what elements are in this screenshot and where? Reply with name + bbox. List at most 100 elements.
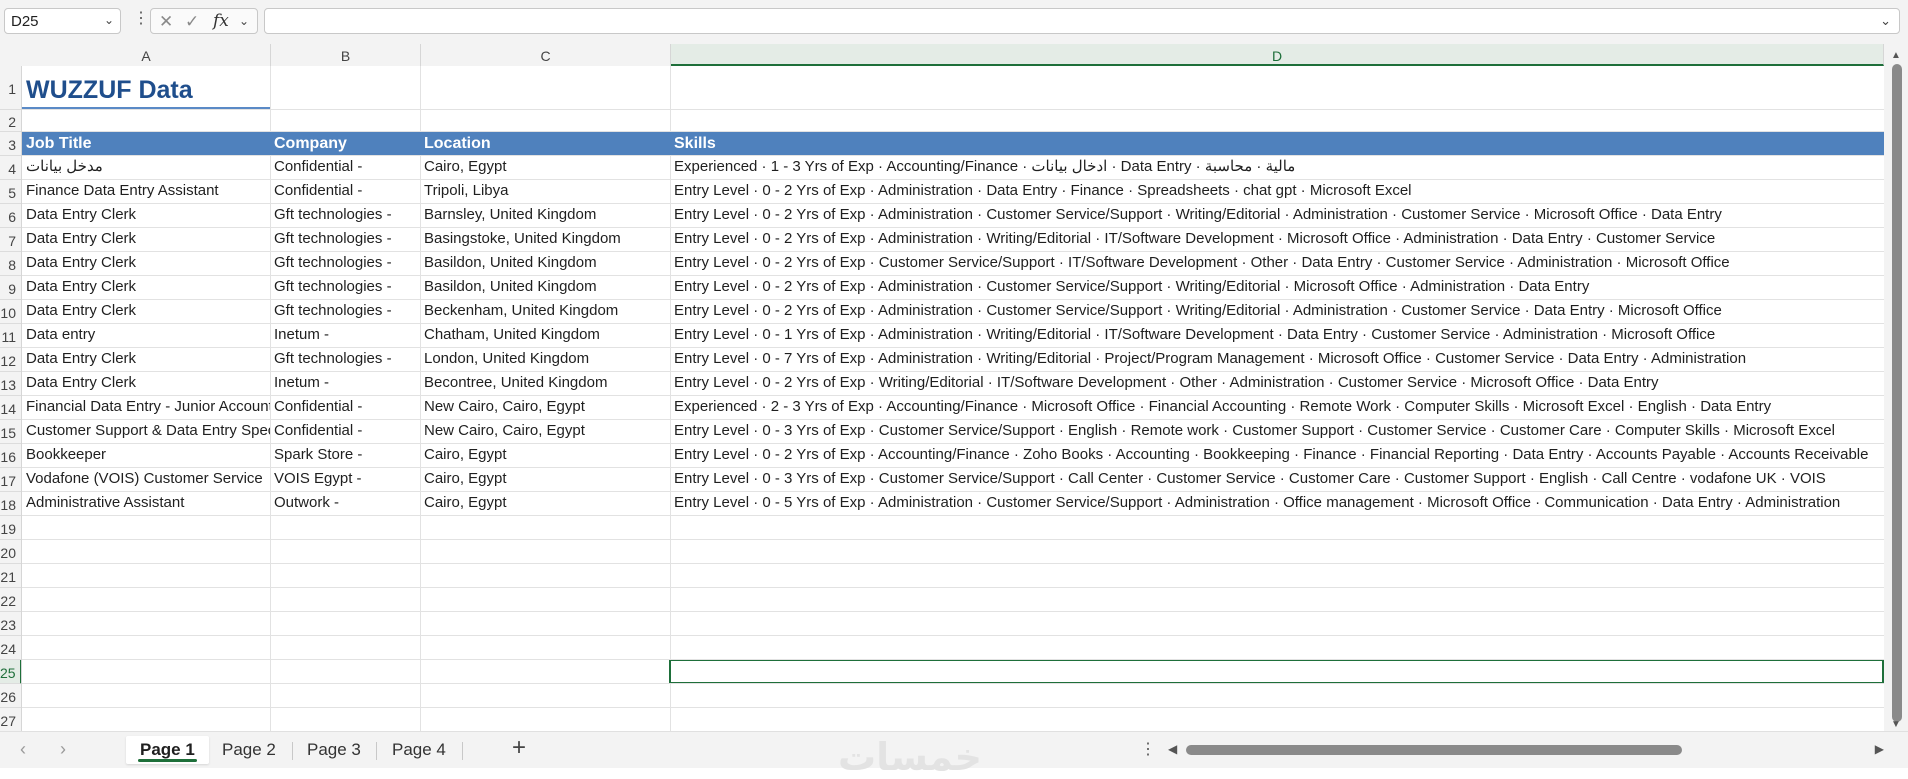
row-header-14[interactable]: 14: [0, 396, 21, 420]
cell-job-title[interactable]: Data Entry Clerk: [22, 299, 270, 323]
name-box[interactable]: D25 ⌄: [4, 8, 121, 34]
cell-company[interactable]: Gft technologies -: [270, 203, 420, 227]
next-sheet-icon[interactable]: ›: [60, 739, 66, 760]
cell-skills[interactable]: Experienced · 2 - 3 Yrs of Exp · Account…: [670, 395, 1884, 419]
horizontal-scrollbar[interactable]: ◀ ▶: [1168, 742, 1884, 760]
cell-company[interactable]: Gft technologies -: [270, 299, 420, 323]
cell-skills[interactable]: Entry Level · 0 - 2 Yrs of Exp · Writing…: [670, 371, 1884, 395]
cell-skills[interactable]: Entry Level · 0 - 2 Yrs of Exp · Account…: [670, 443, 1884, 467]
more-options-icon[interactable]: ⋮: [1140, 739, 1156, 759]
cell-skills[interactable]: Entry Level · 0 - 2 Yrs of Exp · Adminis…: [670, 275, 1884, 299]
cancel-icon[interactable]: ✕: [159, 12, 173, 32]
cell-location[interactable]: London, United Kingdom: [420, 347, 670, 371]
sheet-tab-page-3[interactable]: Page 3: [293, 736, 375, 764]
row-header-23[interactable]: 23: [0, 612, 21, 636]
cell-location[interactable]: Cairo, Egypt: [420, 155, 670, 179]
scroll-left-icon[interactable]: ◀: [1168, 742, 1177, 756]
previous-sheet-icon[interactable]: ‹: [20, 739, 26, 760]
cell-skills[interactable]: Entry Level · 0 - 2 Yrs of Exp · Adminis…: [670, 179, 1884, 203]
cell-skills[interactable]: Entry Level · 0 - 7 Yrs of Exp · Adminis…: [670, 347, 1884, 371]
cell-skills[interactable]: Entry Level · 0 - 2 Yrs of Exp · Adminis…: [670, 227, 1884, 251]
vertical-scroll-thumb[interactable]: [1892, 64, 1902, 722]
row-header-16[interactable]: 16: [0, 444, 21, 468]
row-header-3[interactable]: 3: [0, 132, 21, 156]
header-location[interactable]: Location: [420, 132, 670, 156]
row-header-11[interactable]: 11: [0, 324, 21, 348]
cell-skills[interactable]: Experienced · 1 - 3 Yrs of Exp · Account…: [670, 155, 1884, 179]
header-company[interactable]: Company: [270, 132, 420, 156]
cell-job-title[interactable]: Data Entry Clerk: [22, 347, 270, 371]
cell-job-title[interactable]: Data entry: [22, 323, 270, 347]
cell-company[interactable]: Confidential -: [270, 395, 420, 419]
cell-location[interactable]: Barnsley, United Kingdom: [420, 203, 670, 227]
cell-job-title[interactable]: Data Entry Clerk: [22, 203, 270, 227]
sheet-tab-page-2[interactable]: Page 2: [208, 736, 290, 764]
cell-company[interactable]: Inetum -: [270, 371, 420, 395]
row-header-12[interactable]: 12: [0, 348, 21, 372]
column-header-d[interactable]: D: [671, 44, 1884, 66]
sheet-tab-page-4[interactable]: Page 4: [378, 736, 460, 764]
cell-company[interactable]: VOIS Egypt -: [270, 467, 420, 491]
cell-location[interactable]: Beckenham, United Kingdom: [420, 299, 670, 323]
sheet-title[interactable]: WUZZUF Data: [22, 70, 270, 110]
cell-job-title[interactable]: Data Entry Clerk: [22, 227, 270, 251]
cell-company[interactable]: Gft technologies -: [270, 275, 420, 299]
column-header-c[interactable]: C: [421, 44, 671, 66]
row-header-20[interactable]: 20: [0, 540, 21, 564]
row-header-27[interactable]: 27: [0, 708, 21, 731]
cell-company[interactable]: Confidential -: [270, 419, 420, 443]
row-header-5[interactable]: 5: [0, 180, 21, 204]
cell-skills[interactable]: Entry Level · 0 - 5 Yrs of Exp · Adminis…: [670, 491, 1884, 515]
cell-job-title[interactable]: مدخل بيانات: [22, 155, 270, 179]
cell-skills[interactable]: Entry Level · 0 - 3 Yrs of Exp · Custome…: [670, 467, 1884, 491]
cell-job-title[interactable]: Customer Support & Data Entry Specialist: [22, 419, 270, 443]
cell-location[interactable]: Becontree, United Kingdom: [420, 371, 670, 395]
cell-location[interactable]: Basildon, United Kingdom: [420, 251, 670, 275]
scroll-down-icon[interactable]: ▼: [1891, 719, 1901, 730]
cell-location[interactable]: Cairo, Egypt: [420, 443, 670, 467]
cell-company[interactable]: Inetum -: [270, 323, 420, 347]
horizontal-scroll-thumb[interactable]: [1186, 745, 1682, 755]
chevron-down-icon[interactable]: ⌄: [104, 13, 114, 27]
cell-job-title[interactable]: Bookkeeper: [22, 443, 270, 467]
row-header-2[interactable]: 2: [0, 110, 21, 132]
row-header-21[interactable]: 21: [0, 564, 21, 588]
formula-input[interactable]: ⌄: [264, 8, 1900, 34]
row-header-7[interactable]: 7: [0, 228, 21, 252]
row-header-24[interactable]: 24: [0, 636, 21, 660]
cell-location[interactable]: New Cairo, Cairo, Egypt: [420, 419, 670, 443]
row-header-25[interactable]: 25: [0, 660, 21, 684]
cell-skills[interactable]: Entry Level · 0 - 2 Yrs of Exp · Adminis…: [670, 299, 1884, 323]
cell-job-title[interactable]: Financial Data Entry - Junior Accountant: [22, 395, 270, 419]
column-header-a[interactable]: A: [22, 44, 271, 66]
cell-company[interactable]: Confidential -: [270, 179, 420, 203]
cell-job-title[interactable]: Finance Data Entry Assistant: [22, 179, 270, 203]
cell-company[interactable]: Spark Store -: [270, 443, 420, 467]
cell-job-title[interactable]: Administrative Assistant: [22, 491, 270, 515]
row-header-6[interactable]: 6: [0, 204, 21, 228]
row-header-18[interactable]: 18: [0, 492, 21, 516]
header-job-title[interactable]: Job Title: [22, 132, 270, 156]
insert-function-icon[interactable]: fx: [213, 11, 229, 31]
cell-job-title[interactable]: Data Entry Clerk: [22, 371, 270, 395]
enter-icon[interactable]: ✓: [185, 12, 199, 32]
row-header-26[interactable]: 26: [0, 684, 21, 708]
row-header-8[interactable]: 8: [0, 252, 21, 276]
cell-skills[interactable]: Entry Level · 0 - 2 Yrs of Exp · Custome…: [670, 251, 1884, 275]
row-header-1[interactable]: 1: [0, 66, 21, 110]
cell-location[interactable]: New Cairo, Cairo, Egypt: [420, 395, 670, 419]
row-header-15[interactable]: 15: [0, 420, 21, 444]
vertical-scrollbar[interactable]: ▲ ▼: [1884, 44, 1908, 731]
cell-skills[interactable]: Entry Level · 0 - 1 Yrs of Exp · Adminis…: [670, 323, 1884, 347]
row-header-9[interactable]: 9: [0, 276, 21, 300]
column-header-b[interactable]: B: [271, 44, 421, 66]
add-sheet-icon[interactable]: +: [512, 734, 526, 762]
cell-location[interactable]: Tripoli, Libya: [420, 179, 670, 203]
chevron-down-icon[interactable]: ⌄: [239, 14, 249, 28]
cell-company[interactable]: Gft technologies -: [270, 347, 420, 371]
cell-skills[interactable]: Entry Level · 0 - 3 Yrs of Exp · Custome…: [670, 419, 1884, 443]
cell-location[interactable]: Cairo, Egypt: [420, 491, 670, 515]
more-options-icon[interactable]: ⋮: [133, 11, 149, 27]
cell-location[interactable]: Cairo, Egypt: [420, 467, 670, 491]
row-header-17[interactable]: 17: [0, 468, 21, 492]
